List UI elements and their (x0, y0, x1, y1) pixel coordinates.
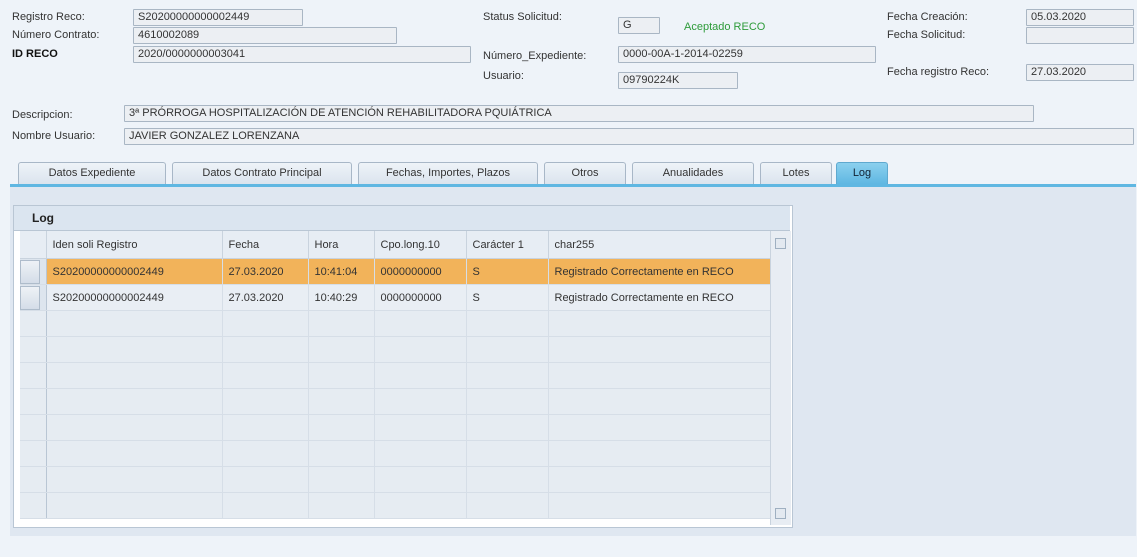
column-header[interactable]: Fecha (222, 231, 309, 259)
row-selector[interactable] (20, 258, 47, 285)
numero-expediente-label: Número_Expediente: (483, 50, 587, 62)
column-header[interactable]: Cpo.long.10 (374, 231, 467, 259)
table-cell[interactable]: S (466, 284, 549, 311)
descripcion-field[interactable]: 3ª PRÓRROGA HOSPITALIZACIÓN DE ATENCIÓN … (124, 105, 1034, 122)
registro-reco-label: Registro Reco: (12, 11, 85, 23)
log-table: Iden soli Registro Fecha Hora Cpo.long.1… (20, 231, 785, 519)
column-settings-icon[interactable] (775, 238, 786, 249)
tab-datos-expediente[interactable]: Datos Expediente (18, 162, 166, 184)
table-cell[interactable]: Registrado Correctamente en RECO (548, 284, 785, 311)
log-table-header: Iden soli Registro Fecha Hora Cpo.long.1… (20, 231, 785, 259)
empty-row (20, 492, 785, 519)
id-reco-field[interactable]: 2020/0000000003041 (133, 46, 471, 63)
vertical-scrollbar[interactable] (770, 231, 791, 525)
table-cell[interactable]: 10:41:04 (308, 258, 375, 285)
column-header[interactable]: Hora (308, 231, 375, 259)
empty-row (20, 336, 785, 363)
empty-row (20, 310, 785, 337)
empty-row (20, 362, 785, 389)
nombre-usuario-label: Nombre Usuario: (12, 130, 96, 142)
fecha-solicitud-field[interactable] (1026, 27, 1134, 44)
numero-expediente-field[interactable]: 0000-00A-1-2014-02259 (618, 46, 876, 63)
tab-lotes[interactable]: Lotes (760, 162, 832, 184)
status-solicitud-label: Status Solicitud: (483, 11, 562, 23)
usuario-field[interactable]: 09790224K (618, 72, 738, 89)
fecha-creacion-label: Fecha Creación: (887, 11, 968, 23)
tab-datos-contrato-principal[interactable]: Datos Contrato Principal (172, 162, 352, 184)
status-solicitud-field[interactable]: G (618, 17, 660, 34)
column-header[interactable]: Iden soli Registro (46, 231, 223, 259)
table-row[interactable]: S20200000000002449 27.03.2020 10:40:29 0… (20, 284, 785, 311)
table-cell[interactable]: 27.03.2020 (222, 284, 309, 311)
fecha-solicitud-label: Fecha Solicitud: (887, 29, 966, 41)
tab-fechas-importes-plazos[interactable]: Fechas, Importes, Plazos (358, 162, 538, 184)
fecha-registro-reco-label: Fecha registro Reco: (887, 66, 990, 78)
status-text: Aceptado RECO (684, 21, 766, 33)
nombre-usuario-field[interactable]: JAVIER GONZALEZ LORENZANA (124, 128, 1134, 145)
tab-otros[interactable]: Otros (544, 162, 626, 184)
empty-row (20, 388, 785, 415)
usuario-label: Usuario: (483, 70, 524, 82)
descripcion-label: Descripcion: (12, 109, 73, 121)
table-cell[interactable]: 0000000000 (374, 284, 467, 311)
table-cell[interactable]: S20200000000002449 (46, 284, 223, 311)
tab-anualidades[interactable]: Anualidades (632, 162, 754, 184)
table-cell[interactable]: 0000000000 (374, 258, 467, 285)
log-panel-title: Log (14, 206, 790, 231)
numero-contrato-label: Número Contrato: (12, 29, 100, 41)
row-selector[interactable] (20, 284, 47, 311)
empty-row (20, 466, 785, 493)
row-selector-header[interactable] (20, 231, 47, 259)
tab-log[interactable]: Log (836, 162, 888, 184)
table-cell[interactable]: 27.03.2020 (222, 258, 309, 285)
table-cell[interactable]: S (466, 258, 549, 285)
empty-row (20, 414, 785, 441)
fecha-creacion-field[interactable]: 05.03.2020 (1026, 9, 1134, 26)
column-header[interactable]: char255 (548, 231, 785, 259)
id-reco-label: ID RECO (12, 48, 58, 60)
scroll-down-icon[interactable] (775, 508, 786, 519)
registro-reco-field[interactable]: S20200000000002449 (133, 9, 303, 26)
table-cell[interactable]: 10:40:29 (308, 284, 375, 311)
fecha-registro-reco-field[interactable]: 27.03.2020 (1026, 64, 1134, 81)
column-header[interactable]: Carácter 1 (466, 231, 549, 259)
empty-row (20, 440, 785, 467)
table-row[interactable]: S20200000000002449 27.03.2020 10:41:04 0… (20, 258, 785, 285)
table-cell[interactable]: S20200000000002449 (46, 258, 223, 285)
table-cell[interactable]: Registrado Correctamente en RECO (548, 258, 785, 285)
numero-contrato-field[interactable]: 4610002089 (133, 27, 397, 44)
